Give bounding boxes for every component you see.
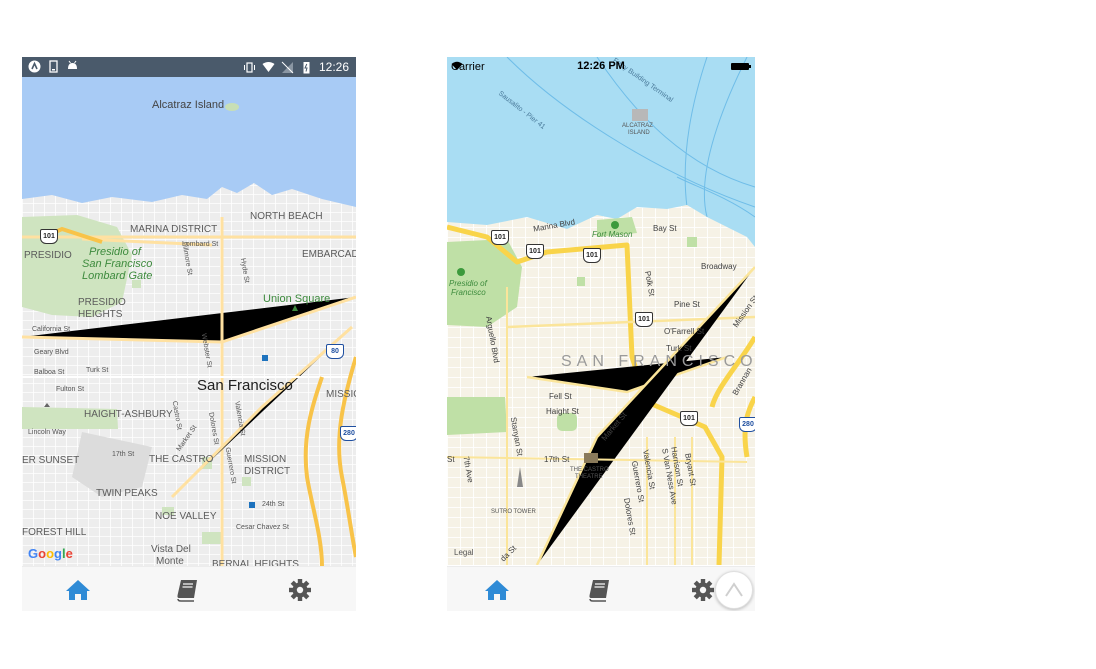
label-alcatraz-1: ALCATRAZ xyxy=(622,123,653,129)
label-17th-st: 17th St xyxy=(544,455,570,464)
label-broadway: Broadway xyxy=(701,262,737,271)
tab-home[interactable] xyxy=(65,578,91,602)
apple-map[interactable]: Carrier 12:26 PM Sausalito - Pier 41 Fer… xyxy=(447,57,755,565)
label-presidio-sf-3: Lombard Gate xyxy=(82,270,153,282)
android-status-bar: 12:26 xyxy=(22,57,356,77)
label-lincoln-way: Lincoln Way xyxy=(28,429,66,436)
label-st: St xyxy=(447,455,455,464)
label-mission-2: DISTRICT xyxy=(244,466,291,477)
label-san-francisco: SAN FRANCISCO xyxy=(561,353,755,370)
label-alcatraz: Alcatraz Island xyxy=(152,99,225,111)
label-17th-st: 17th St xyxy=(112,451,135,458)
label-presidio-1: Presidio of xyxy=(449,279,487,288)
signal-icon xyxy=(281,61,294,73)
tab-library[interactable] xyxy=(587,578,613,602)
label-presidio-sf-2: San Francisco xyxy=(82,258,153,270)
tab-settings[interactable] xyxy=(690,578,716,602)
highway-101-shield: 101 xyxy=(680,411,698,426)
label-24th-st: 24th St xyxy=(262,501,285,508)
label-fulton-st: Fulton St xyxy=(56,386,85,393)
google-logo: Google xyxy=(28,546,73,561)
label-presidio-sf-1: Presidio of xyxy=(89,246,141,258)
book-icon xyxy=(589,580,609,602)
label-embarcadero: EMBARCADE xyxy=(302,249,356,260)
gear-icon xyxy=(692,579,714,601)
label-north-beach: NORTH BEACH xyxy=(250,211,323,222)
label-fell-st: Fell St xyxy=(549,392,572,401)
download-icon xyxy=(49,60,58,73)
label-vista-1: Vista Del xyxy=(151,544,191,555)
label-haight-st: Haight St xyxy=(546,407,579,416)
label-twin-peaks: TWIN PEAKS xyxy=(96,488,158,499)
highway-101-shield: 101 xyxy=(491,230,509,245)
expo-menu-button[interactable] xyxy=(715,571,753,609)
label-haight-ashbury: HAIGHT-ASHBURY xyxy=(84,409,173,420)
label-bay-st: Bay St xyxy=(653,224,677,233)
map-canvas xyxy=(22,77,356,567)
interstate-280-shield: 280 xyxy=(739,417,755,432)
label-sutro-tower: SUTRO TOWER xyxy=(491,509,536,515)
app-notification-icon xyxy=(28,60,41,73)
label-geary-blvd: Geary Blvd xyxy=(34,349,69,356)
map-canvas xyxy=(447,57,755,565)
home-icon xyxy=(66,580,90,600)
label-forest-hill: FOREST HILL xyxy=(22,527,87,538)
vibrate-icon xyxy=(243,61,255,73)
highway-101-shield: 101 xyxy=(526,244,544,259)
ios-phone-screen: Carrier 12:26 PM Sausalito - Pier 41 Fer… xyxy=(447,57,755,611)
status-time: 12:26 PM xyxy=(577,60,625,72)
label-fort-mason: Fort Mason xyxy=(592,230,633,239)
status-time: 12:26 xyxy=(318,60,349,74)
label-mission-1: MISSION xyxy=(244,454,287,465)
label-cesar-chavez: Cesar Chavez St xyxy=(236,524,289,531)
label-presidio-heights-2: HEIGHTS xyxy=(78,309,123,320)
tab-home[interactable] xyxy=(484,578,510,602)
label-presidio: PRESIDIO xyxy=(24,250,72,261)
gear-icon xyxy=(289,579,311,601)
label-turk-st: Turk St xyxy=(86,367,109,374)
interstate-80-shield: 80 xyxy=(326,344,344,359)
battery-icon xyxy=(303,61,310,73)
book-icon xyxy=(177,580,197,602)
highway-101-shield: 101 xyxy=(583,248,601,263)
label-turk-st: Turk St xyxy=(666,344,692,353)
highway-101-shield: 101 xyxy=(635,312,653,327)
google-map[interactable]: Alcatraz Island NORTH BEACH MARINA DISTR… xyxy=(22,77,356,567)
label-missio: MISSIO xyxy=(326,389,356,400)
legal-link[interactable]: Legal xyxy=(454,548,474,557)
label-noe-valley: NOE VALLEY xyxy=(155,511,217,522)
label-pine-st: Pine St xyxy=(674,300,700,309)
label-sunset: ER SUNSET xyxy=(22,455,80,466)
label-castro-theatre-1: THE CASTRO xyxy=(570,467,609,473)
label-balboa-st: Balboa St xyxy=(34,369,65,376)
label-union-square: Union Square xyxy=(263,293,331,305)
label-presidio-2: Francisco xyxy=(451,288,486,297)
home-icon xyxy=(485,580,509,600)
wifi-icon xyxy=(262,61,275,72)
android-icon xyxy=(68,60,77,69)
label-the-castro: THE CASTRO xyxy=(149,454,214,465)
android-phone-screen: 12:26 Alcatraz Island NORTH BEACH MARINA… xyxy=(22,57,356,611)
caret-up-icon xyxy=(725,582,743,597)
label-ofarrell-st: O'Farrell St xyxy=(664,327,705,336)
tab-bar xyxy=(22,566,356,611)
highway-101-shield: 101 xyxy=(40,229,58,244)
tab-settings[interactable] xyxy=(287,578,313,602)
label-presidio-heights-1: PRESIDIO xyxy=(78,297,126,308)
label-castro-theatre-2: THEATRE xyxy=(575,474,603,480)
label-san-francisco: San Francisco xyxy=(197,377,293,394)
label-alcatraz-2: ISLAND xyxy=(628,130,650,136)
label-california-st: California St xyxy=(32,326,71,333)
battery-icon xyxy=(731,63,751,70)
tab-library[interactable] xyxy=(175,578,201,602)
interstate-280-shield: 280 xyxy=(340,426,356,441)
ios-status-bar: Carrier 12:26 PM xyxy=(447,57,755,77)
tab-bar xyxy=(447,566,755,611)
label-marina-district: MARINA DISTRICT xyxy=(130,224,218,235)
